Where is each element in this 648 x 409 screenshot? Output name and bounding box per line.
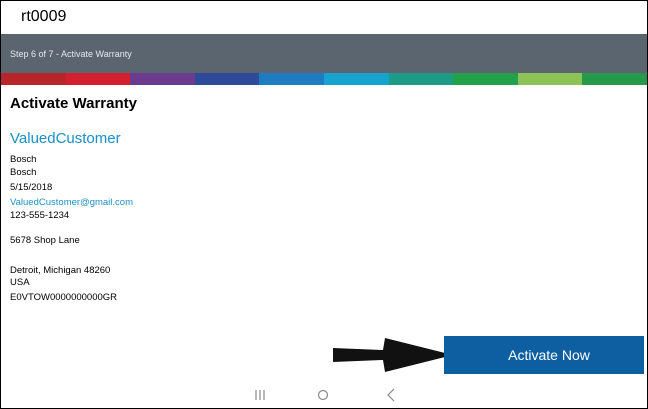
registration-date: 5/15/2018: [10, 182, 53, 193]
stripe-segment: [130, 73, 195, 85]
stripe-segment: [517, 73, 583, 85]
stripe-segment: [1, 73, 66, 85]
brand-color-stripe: [1, 73, 647, 85]
customer-email-link[interactable]: ValuedCustomer@gmail.com: [10, 197, 133, 208]
stripe-segment: [388, 73, 454, 85]
customer-phone: 123-555-1234: [10, 210, 70, 221]
serial-number: E0VTOW0000000000GR: [10, 292, 118, 303]
customer-name: ValuedCustomer: [10, 130, 121, 147]
country: USA: [10, 277, 30, 288]
home-icon[interactable]: [311, 385, 335, 405]
stripe-segment: [65, 73, 131, 85]
pointer-arrow-icon: [333, 338, 453, 372]
step-indicator-bar: Step 6 of 7 - Activate Warranty: [1, 34, 647, 73]
street-address: 5678 Shop Lane: [10, 235, 80, 246]
stripe-segment: [194, 73, 260, 85]
system-navigation-bar: [1, 383, 647, 408]
back-icon[interactable]: [379, 385, 403, 405]
stripe-segment: [453, 73, 518, 85]
activate-now-button[interactable]: Activate Now: [444, 336, 644, 374]
stripe-segment: [323, 73, 389, 85]
recent-apps-icon[interactable]: [248, 385, 272, 405]
page-title: Activate Warranty: [10, 95, 137, 112]
city-state-zip: Detroit, Michigan 48260: [10, 265, 111, 276]
window-title: rt0009: [1, 1, 647, 34]
stripe-segment: [259, 73, 324, 85]
stripe-segment: [582, 73, 647, 85]
step-indicator-label: Step 6 of 7 - Activate Warranty: [10, 49, 132, 59]
customer-company: Bosch: [10, 154, 37, 165]
device-screen: rt0009 Step 6 of 7 - Activate Warranty A…: [0, 0, 648, 409]
customer-company-secondary: Bosch: [10, 167, 37, 178]
